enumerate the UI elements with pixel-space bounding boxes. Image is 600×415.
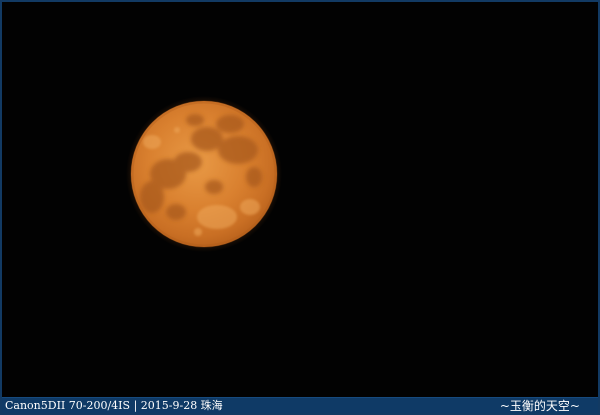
camera-date-location-caption: Canon5DII 70-200/4IS | 2015-9-28 珠海: [5, 398, 223, 412]
author-signature: ~玉衡的天空~: [499, 398, 580, 413]
moon-icon: [126, 96, 282, 252]
moon-photo: [2, 2, 598, 399]
caption-bar: Canon5DII 70-200/4IS | 2015-9-28 珠海 ~玉衡的…: [2, 397, 598, 413]
photo-frame: Canon5DII 70-200/4IS | 2015-9-28 珠海 ~玉衡的…: [0, 0, 600, 415]
